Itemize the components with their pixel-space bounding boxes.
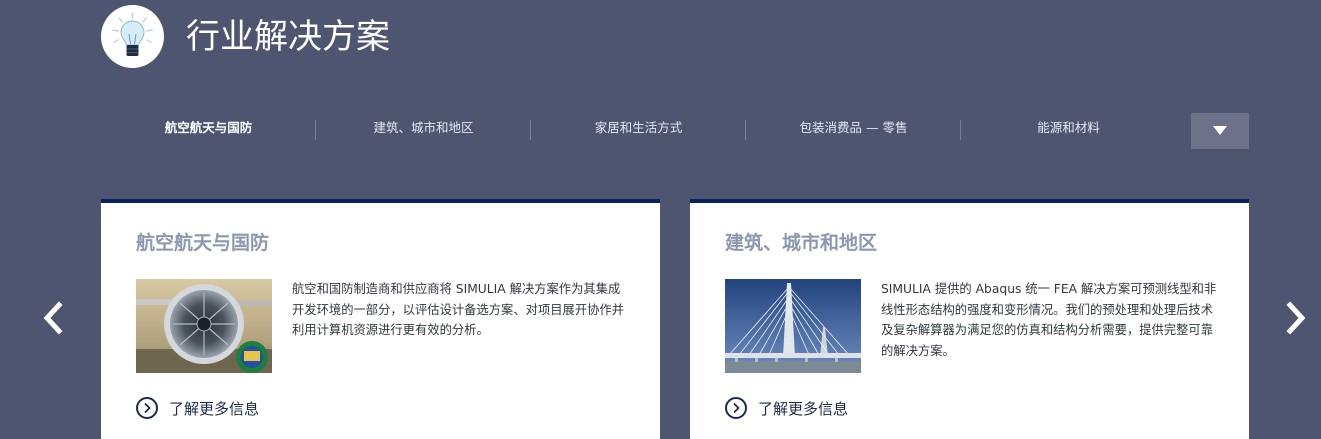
triangle-down-icon <box>1213 126 1227 135</box>
more-tabs-button[interactable] <box>1191 113 1249 149</box>
circle-chevron-right-icon <box>725 397 747 419</box>
tab-aerospace-defense[interactable]: 航空航天与国防 <box>101 109 316 143</box>
learn-more-label: 了解更多信息 <box>758 399 849 418</box>
solution-card-aerospace: 航空航天与国防 航空和国防制造商和供应商将 SIMULIA 解决方案作为其集成开… <box>101 199 660 439</box>
solution-card-architecture: 建筑、城市和地区 SIMULIA 提供的 Abaqus 统一 FEA 解决方案可… <box>690 199 1249 439</box>
chevron-left-icon <box>43 301 63 335</box>
jet-engine-image <box>136 279 272 373</box>
card-description: 航空和国防制造商和供应商将 SIMULIA 解决方案作为其集成开发环境的一部分，… <box>292 282 625 337</box>
card-description: SIMULIA 提供的 Abaqus 统一 FEA 解决方案可预测线型和非线性形… <box>881 282 1217 358</box>
tab-label: 能源和材料 <box>1037 119 1100 135</box>
learn-more-link[interactable]: 了解更多信息 <box>136 395 259 421</box>
circle-chevron-right-icon <box>136 397 158 419</box>
next-slide-button[interactable] <box>1283 300 1309 336</box>
card-title: 航空航天与国防 <box>136 232 270 254</box>
tab-label: 家居和生活方式 <box>594 119 683 135</box>
chevron-right-icon <box>1286 301 1306 335</box>
tab-consumer-packaged-goods[interactable]: 包装消费品 — 零售 <box>746 109 961 143</box>
tab-label: 航空航天与国防 <box>164 119 253 135</box>
tab-label: 建筑、城市和地区 <box>373 119 474 135</box>
tab-energy-materials[interactable]: 能源和材料 <box>961 109 1176 143</box>
tab-label: 包装消费品 — 零售 <box>799 119 908 135</box>
learn-more-link[interactable]: 了解更多信息 <box>725 395 848 421</box>
card-title: 建筑、城市和地区 <box>725 232 878 254</box>
learn-more-label: 了解更多信息 <box>169 399 260 418</box>
tab-architecture-cities[interactable]: 建筑、城市和地区 <box>316 109 531 143</box>
bridge-image <box>725 279 861 373</box>
lightbulb-icon <box>101 5 164 68</box>
section-title: 行业解决方案 <box>186 17 390 57</box>
industry-tabs: 航空航天与国防 建筑、城市和地区 家居和生活方式 包装消费品 — 零售 能源和材… <box>101 109 1176 143</box>
tab-home-lifestyle[interactable]: 家居和生活方式 <box>531 109 746 143</box>
prev-slide-button[interactable] <box>40 300 66 336</box>
